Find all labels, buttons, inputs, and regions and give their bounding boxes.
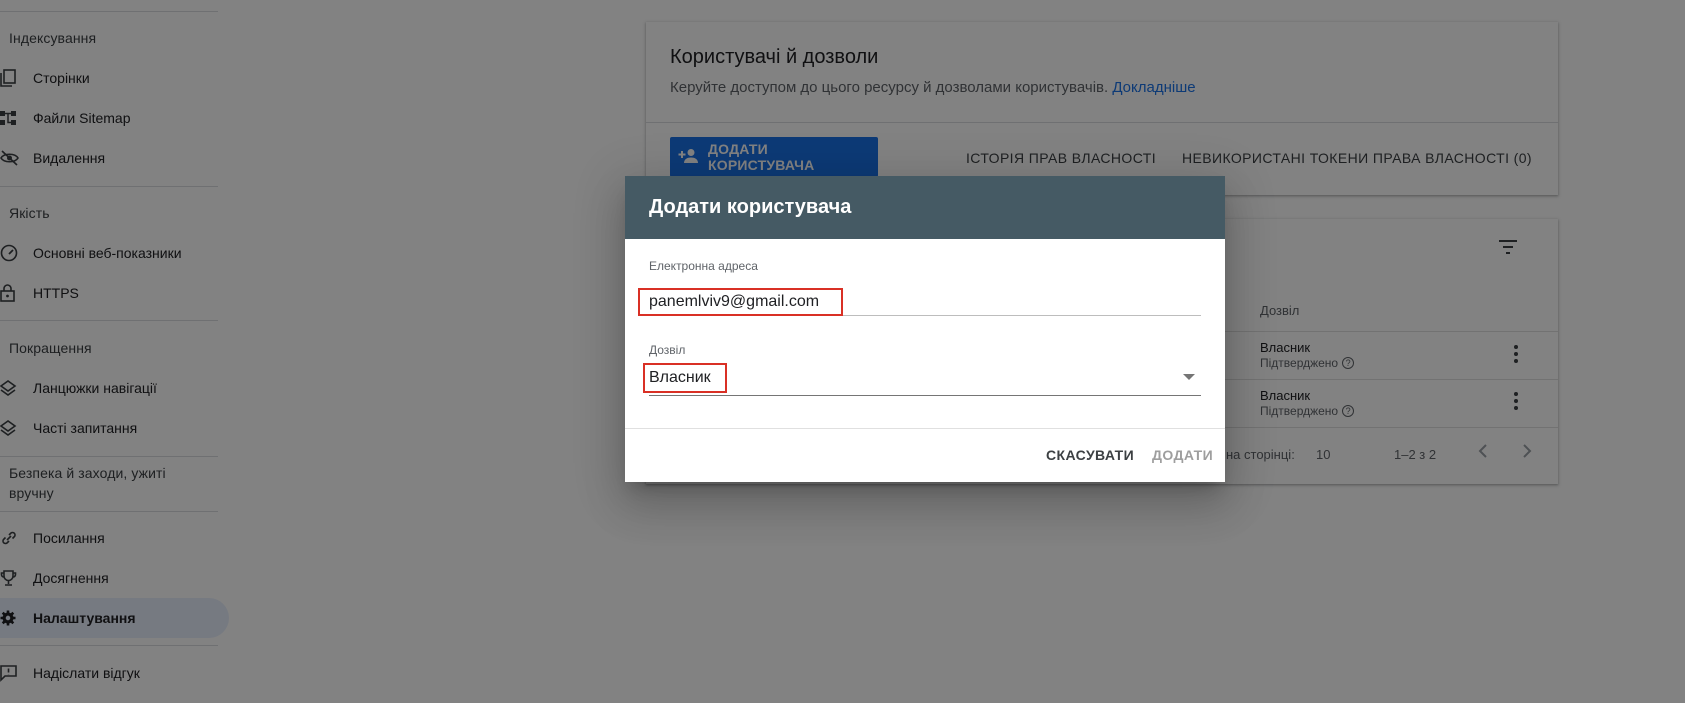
add-user-dialog: Додати користувача Електронна адреса pan…	[625, 176, 1225, 482]
permission-field-label: Дозвіл	[649, 343, 686, 357]
cancel-button[interactable]: СКАСУВАТИ	[1046, 447, 1134, 463]
dialog-title: Додати користувача	[625, 176, 1225, 239]
email-field-label: Електронна адреса	[649, 259, 758, 273]
add-button[interactable]: ДОДАТИ	[1152, 447, 1213, 463]
dropdown-arrow-icon[interactable]	[1183, 374, 1195, 380]
permission-field-underline	[649, 395, 1201, 396]
permission-highlight-box	[643, 363, 727, 393]
dialog-divider	[625, 428, 1225, 429]
email-highlight-box	[638, 288, 843, 316]
